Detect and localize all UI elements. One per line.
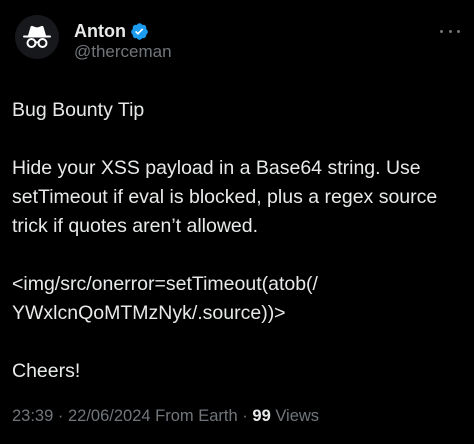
views-label: Views (275, 407, 320, 425)
verified-badge-icon (130, 22, 149, 41)
tweet-date[interactable]: 22/06/2024 (68, 407, 151, 425)
spy-incognito-icon (15, 15, 59, 59)
tweet-signoff: Cheers! (12, 360, 81, 382)
display-name[interactable]: Anton (74, 19, 126, 43)
views-count: 99 (252, 407, 271, 425)
tweet-meta: 23:39 · 22/06/2024 From Earth · 99 Views (12, 404, 319, 428)
author-name-row: Anton (74, 19, 149, 43)
tweet-paragraph: Hide your XSS payload in a Base64 string… (12, 157, 438, 237)
meta-separator: · (57, 407, 64, 425)
meta-separator-2: · (242, 407, 248, 425)
tweet-card: Anton @therceman Bug Bounty Tip Hide you… (0, 0, 474, 444)
tweet-payload: <img/src/onerror=setTimeout(atob(/ YWxlc… (12, 273, 318, 324)
more-options-icon[interactable] (440, 24, 460, 38)
author-handle[interactable]: @therceman (74, 41, 172, 63)
tweet-time[interactable]: 23:39 (12, 407, 53, 425)
tweet-title: Bug Bounty Tip (12, 99, 145, 121)
tweet-location: From Earth (155, 407, 238, 425)
avatar[interactable] (15, 15, 59, 59)
tweet-text: Bug Bounty Tip Hide your XSS payload in … (12, 96, 464, 386)
